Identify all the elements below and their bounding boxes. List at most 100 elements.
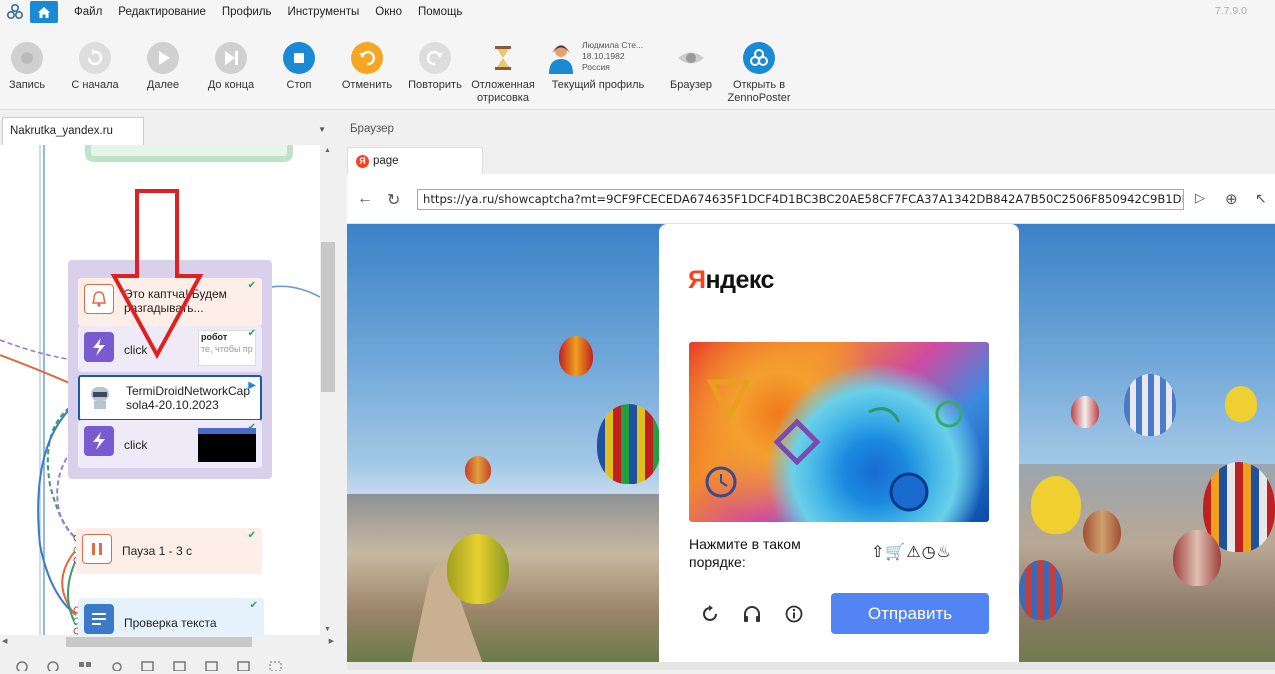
menu-edit[interactable]: Редактирование [110, 6, 214, 18]
horizontal-scroll-thumb[interactable] [66, 637, 252, 647]
balloon [1124, 374, 1176, 436]
record-button[interactable]: Запись [0, 42, 62, 92]
canvas-vertical-scrollbar[interactable]: ▲ ▼ [320, 145, 336, 635]
pause-icon [82, 534, 112, 564]
redo-button[interactable]: Повторить [400, 42, 470, 92]
lightning-icon [84, 426, 114, 456]
robot-icon [85, 382, 115, 412]
home-button[interactable] [30, 1, 58, 23]
canvas-bottom-tools [0, 659, 340, 673]
headphones-icon[interactable] [741, 603, 763, 625]
toolbar: Запись С начала Далее До конца Стоп Отме… [0, 24, 1275, 110]
termi-droid-label: TermiDroidNetworkCapsola4-20.10.2023 [126, 384, 251, 412]
open-in-zennoposter-button[interactable]: Открыть в ZennoPoster [724, 42, 794, 105]
check-text-node[interactable]: Проверка текста ✔ [78, 598, 264, 635]
play-to-end-button[interactable]: До конца [196, 42, 266, 92]
browser-address-bar: ← ↻ https://ya.ru/showcaptcha?mt=9CF9FCE… [347, 174, 1275, 224]
captcha-symbol-order: ⇧🛒⚠◷♨ [871, 542, 952, 561]
canvas-horizontal-scrollbar[interactable]: ◀ ▶ [0, 635, 336, 649]
refresh-icon[interactable] [699, 603, 721, 625]
next-label: Далее [146, 79, 180, 91]
project-canvas[interactable]: Это каптча! Будем разгадывать... ✔ click… [0, 145, 320, 635]
browser-toggle-button[interactable]: Браузер [656, 42, 726, 92]
vertical-scroll-thumb[interactable] [321, 242, 335, 392]
captcha-instruction: Нажмите в таком порядке: [689, 536, 801, 570]
captcha-message-node[interactable]: Это каптча! Будем разгадывать... ✔ [78, 278, 262, 326]
menu-window[interactable]: Окно [367, 6, 410, 18]
check-icon: ✔ [247, 280, 256, 291]
submit-button[interactable]: Отправить [831, 593, 989, 634]
browser-tab-page[interactable]: Я page [347, 147, 483, 174]
action-group[interactable]: Это каптча! Будем разгадывать... ✔ click… [68, 260, 272, 479]
yandex-favicon-icon: Я [356, 154, 369, 168]
app-logo-icon [4, 1, 26, 23]
go-icon[interactable]: ▷ [1195, 190, 1205, 206]
balloon [465, 456, 491, 484]
captcha-message-text: Это каптча! Будем разгадывать... [124, 287, 227, 315]
click-node-2-preview [198, 428, 256, 462]
eye-icon [675, 42, 707, 74]
play-icon [147, 42, 179, 74]
lightning-icon [84, 332, 114, 362]
stop-label: Стоп [286, 79, 312, 91]
redo-icon [419, 42, 451, 74]
balloon [597, 404, 661, 484]
chevron-down-icon[interactable]: ▼ [318, 125, 326, 134]
click-node-2-label: click [124, 438, 148, 452]
open-in-zennoposter-label: Открыть в ZennoPoster [727, 79, 791, 104]
back-arrow-icon[interactable]: ← [357, 190, 373, 208]
play-to-end-icon [215, 42, 247, 74]
balloon [1019, 560, 1063, 620]
hourglass-icon [487, 42, 519, 74]
browser-tab-label: page [373, 155, 399, 167]
menu-help[interactable]: Помощь [410, 6, 470, 18]
restart-label: С начала [71, 79, 119, 91]
undo-icon [351, 42, 383, 74]
url-input[interactable]: https://ya.ru/showcaptcha?mt=9CF9FCECEDA… [417, 189, 1184, 210]
pause-node[interactable]: Пауза 1 - 3 с ✔ [76, 528, 262, 574]
click-node-2[interactable]: click ✔ [78, 420, 262, 468]
browser-status-bar [347, 662, 1275, 670]
profile-date: 18.10.1982 [582, 51, 625, 61]
balloon [1083, 510, 1121, 554]
balloon [1173, 530, 1221, 586]
deferred-render-button[interactable]: Отложенная отрисовка [468, 42, 538, 105]
check-icon: ✔ [247, 328, 256, 339]
pause-label: Пауза 1 - 3 с [122, 544, 193, 558]
profile-avatar-icon [548, 42, 574, 74]
info-icon[interactable] [783, 603, 805, 625]
play-marker-icon: ▶ [248, 380, 256, 391]
project-panel: Nakrutka_yandex.ru ▼ Это каптча! Будем р… [0, 110, 340, 673]
balloon [559, 336, 593, 376]
undo-button[interactable]: Отменить [332, 42, 402, 92]
browser-toggle-label: Браузер [670, 79, 712, 91]
pointer-icon[interactable]: ↖ [1255, 190, 1267, 207]
deferred-render-label: Отложенная отрисовка [471, 79, 535, 104]
menu-tools[interactable]: Инструменты [280, 6, 368, 18]
undo-label: Отменить [341, 79, 393, 91]
project-tab-header: Nakrutka_yandex.ru ▼ [0, 117, 340, 147]
stop-button[interactable]: Стоп [264, 42, 334, 92]
click-node-1-label: click [124, 343, 148, 357]
zoom-in-icon[interactable]: ⊕ [1225, 190, 1238, 208]
current-profile-button[interactable]: Людмила Сте... 18.10.1982 Россия Текущий… [536, 40, 660, 92]
project-tab[interactable]: Nakrutka_yandex.ru [2, 117, 144, 147]
reload-icon[interactable]: ↻ [387, 190, 400, 210]
balloon [1031, 476, 1081, 534]
profile-name: Людмила Сте... [582, 40, 644, 50]
next-button[interactable]: Далее [128, 42, 198, 92]
web-page-viewport[interactable]: Яндекс Нажмите в таком порядке: ⇧🛒⚠◷♨ От… [347, 224, 1275, 664]
click-node-1[interactable]: click робот те, чтобы пр ✔ [78, 326, 262, 372]
restart-button[interactable]: С начала [60, 42, 130, 92]
home-icon [38, 6, 50, 18]
menu-profile[interactable]: Профиль [214, 6, 280, 18]
menu-file[interactable]: Файл [66, 6, 110, 18]
bell-icon [84, 284, 114, 314]
check-icon: ✔ [247, 422, 256, 433]
captcha-image[interactable] [689, 342, 989, 522]
current-profile-label: Текущий профиль [551, 79, 645, 91]
list-icon [84, 604, 114, 634]
menu-bar: Файл Редактирование Профиль Инструменты … [0, 0, 1275, 24]
termi-droid-node[interactable]: TermiDroidNetworkCapsola4-20.10.2023 ▶ [78, 375, 262, 421]
play-to-end-label: До конца [207, 79, 255, 91]
